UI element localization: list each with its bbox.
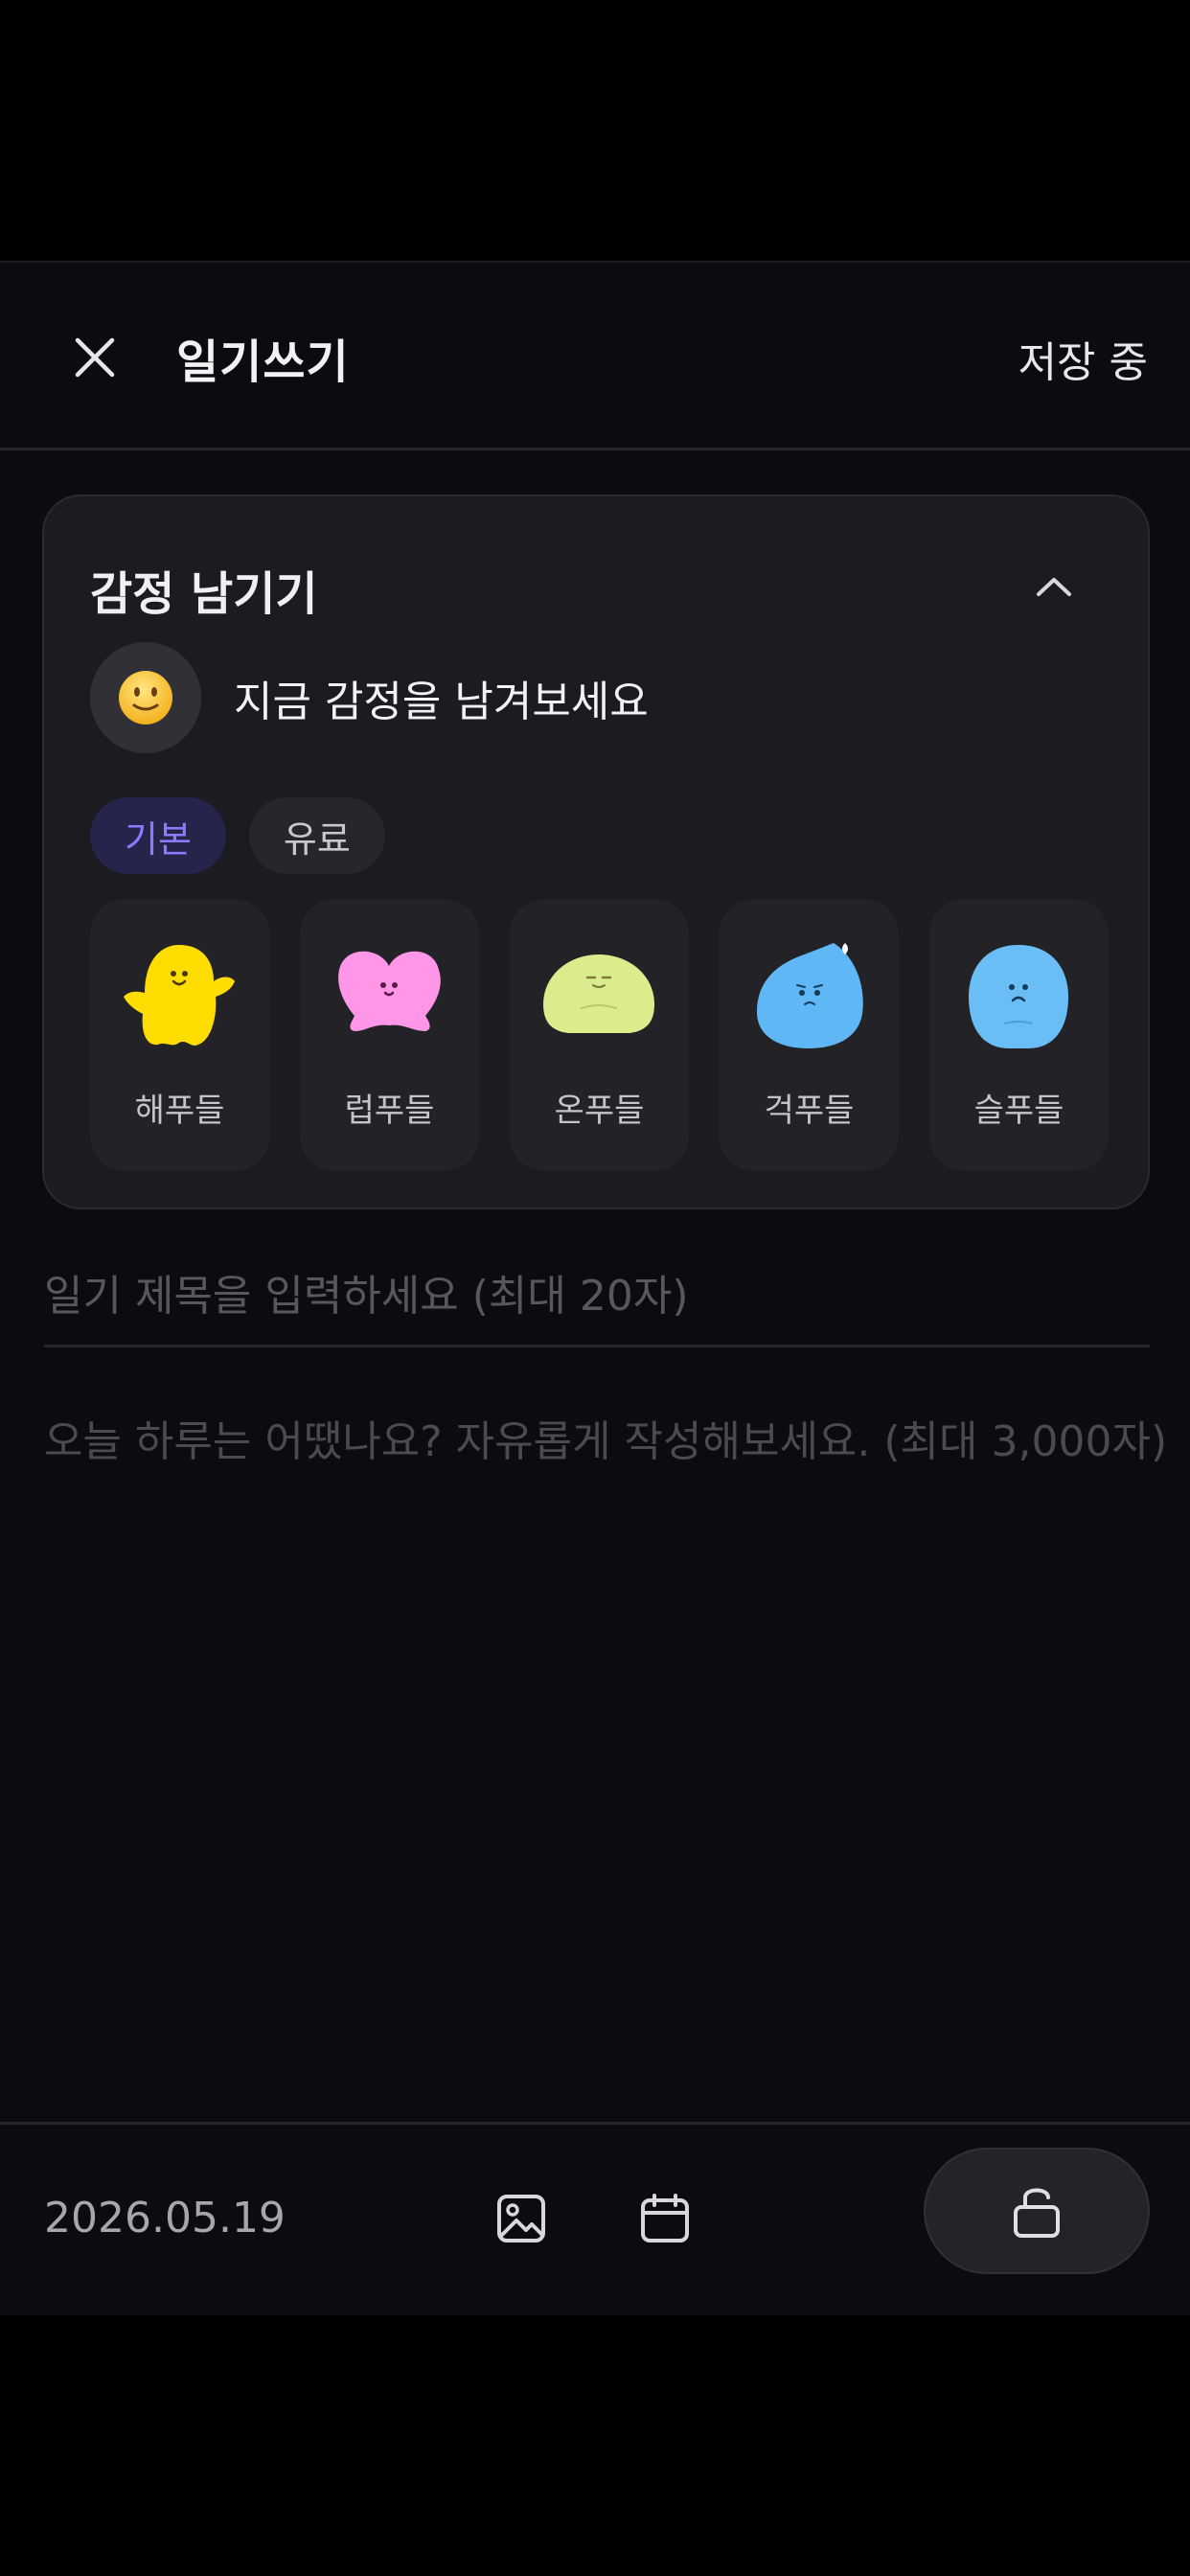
current-emotion-selector[interactable]: 지금 감정을 남겨보세요 [90, 642, 649, 753]
close-icon [75, 337, 115, 378]
mood-calm[interactable]: 온푸들 [510, 899, 689, 1171]
mood-happy[interactable]: 해푸들 [90, 899, 269, 1171]
tab-premium[interactable]: 유료 [248, 797, 385, 874]
privacy-toggle-button[interactable] [924, 2148, 1150, 2274]
emotion-card-title: 감정 남기기 [90, 567, 318, 621]
mood-love[interactable]: 럽푸들 [300, 899, 479, 1171]
calendar-icon [641, 2194, 689, 2242]
calm-character-icon [543, 954, 654, 1033]
unlock-icon [1014, 2188, 1060, 2238]
image-icon [497, 2195, 545, 2242]
sad-character-icon [969, 945, 1068, 1048]
mood-label: 온푸들 [554, 1092, 645, 1130]
mood-label: 걱푸들 [764, 1092, 855, 1130]
emotion-avatar[interactable] [90, 642, 201, 753]
mood-list: 해푸들 럽푸들 온푸들 걱푸들 슬푸들 [90, 899, 1109, 1171]
mood-label: 럽푸들 [344, 1092, 435, 1130]
select-date-button[interactable] [625, 2178, 705, 2259]
emotion-prompt: 지금 감정을 남겨보세요 [234, 678, 649, 726]
mood-worry[interactable]: 걱푸들 [720, 899, 899, 1171]
mood-label: 슬푸들 [973, 1092, 1064, 1130]
diary-date[interactable]: 2026.05.19 [44, 2194, 286, 2242]
happy-character-icon [124, 945, 235, 1046]
diary-editor-screen: 일기쓰기 저장 중 감정 남기기 지금 감정을 남겨보세요 기본 유료 해푸들 … [0, 261, 1190, 2315]
emotion-card: 감정 남기기 지금 감정을 남겨보세요 기본 유료 해푸들 럽푸들 온푸들 걱푸… [42, 494, 1150, 1209]
diary-body-input[interactable]: 오늘 하루는 어땠나요? 자유롭게 작성해보세요. (최대 3,000자) [44, 1407, 1167, 1468]
body-placeholder: 오늘 하루는 어땠나요? 자유롭게 작성해보세요. (최대 3,000자) [44, 1417, 1168, 1466]
tab-basic[interactable]: 기본 [90, 797, 226, 874]
collapse-button[interactable] [1025, 564, 1083, 610]
love-character-icon [338, 951, 441, 1031]
bottom-toolbar: 2026.05.19 [0, 2122, 1190, 2315]
save-status: 저장 중 [1018, 338, 1148, 387]
diary-title-input[interactable]: 일기 제목을 입력하세요 (최대 20자) [44, 1261, 1150, 1347]
chevron-up-icon [1037, 578, 1071, 596]
mood-label: 해푸들 [134, 1092, 225, 1130]
mood-sad[interactable]: 슬푸들 [929, 899, 1109, 1171]
app-header: 일기쓰기 저장 중 [0, 261, 1190, 450]
add-image-button[interactable] [481, 2178, 561, 2259]
worry-character-icon [757, 943, 863, 1048]
title-placeholder: 일기 제목을 입력하세요 (최대 20자) [44, 1272, 689, 1321]
smiley-icon [119, 671, 172, 724]
close-button[interactable] [59, 322, 130, 393]
mood-category-tabs: 기본 유료 [90, 797, 385, 874]
page-title: 일기쓰기 [176, 335, 350, 389]
